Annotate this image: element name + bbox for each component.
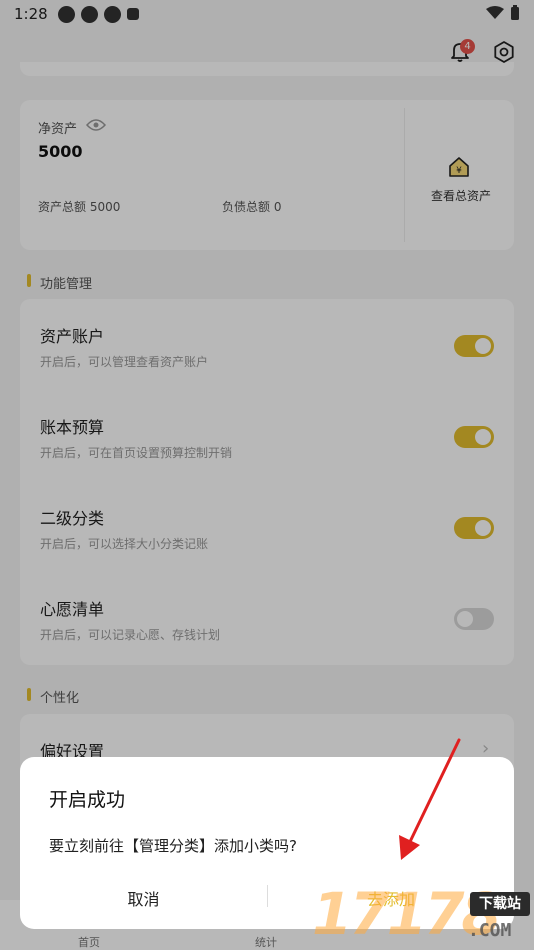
- dialog-message: 要立刻前往【管理分类】添加小类吗?: [49, 837, 297, 855]
- dialog-title: 开启成功: [49, 789, 126, 811]
- watermark-domain: .COM: [468, 920, 512, 941]
- watermark-tag: 下载站: [470, 892, 530, 916]
- cancel-button[interactable]: 取消: [20, 879, 267, 919]
